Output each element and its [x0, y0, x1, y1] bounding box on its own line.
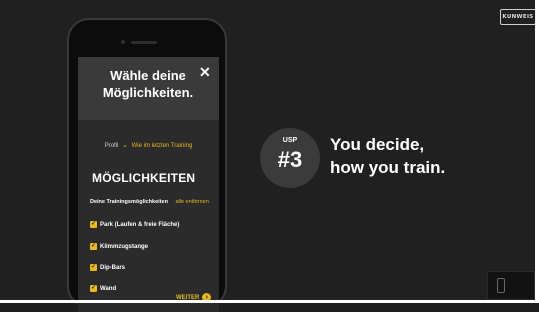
option-label: Wand	[100, 285, 117, 292]
option-checkbox-wall[interactable]: ✓ Wand	[90, 285, 116, 292]
option-label: Dip-Bars	[100, 264, 126, 271]
modal-title: Wähle deine Möglichkeiten.	[102, 68, 194, 100]
profile-label: Profil	[104, 143, 119, 149]
video-thumbnail[interactable]	[487, 271, 535, 300]
brand-logo: KUNWEIS	[500, 9, 536, 25]
edge-border-right	[535, 0, 539, 303]
usp-tagline: You decide, how you train.	[330, 135, 446, 177]
modal-header: Wähle deine Möglichkeiten. ✕	[78, 57, 219, 120]
close-icon[interactable]: ✕	[199, 64, 211, 81]
checkbox-checked-icon: ✓	[90, 285, 97, 292]
section-title: MÖGLICHKEITEN	[92, 171, 196, 185]
phone-screen: Wähle deine Möglichkeiten. ✕ Profil ⌄ Wi…	[78, 57, 219, 312]
usp-number: #3	[277, 147, 303, 172]
usp-label: USP	[282, 137, 298, 144]
phone-icon	[497, 278, 505, 293]
options-header: Deine Trainingsmöglichkeiten alle entfer…	[90, 199, 209, 205]
remove-all-link[interactable]: alle entfernen	[175, 199, 208, 205]
checkbox-checked-icon: ✓	[90, 221, 97, 228]
camera-icon	[121, 40, 125, 44]
chevron-down-icon: ⌄	[122, 142, 128, 149]
option-checkbox-dip-bars[interactable]: ✓ Dip-Bars	[90, 264, 125, 271]
slide-background: KUNWEIS Wähle deine Möglichkeiten. ✕ Pro…	[0, 0, 539, 312]
checkbox-checked-icon: ✓	[90, 243, 97, 250]
option-label: Klimmzugstange	[100, 243, 149, 250]
profile-selector[interactable]: Profil ⌄ Wie im letzten Training	[78, 141, 219, 149]
option-checkbox-pullup-bar[interactable]: ✓ Klimmzugstange	[90, 243, 148, 250]
options-label: Deine Trainingsmöglichkeiten	[90, 199, 168, 205]
phone-mockup: Wähle deine Möglichkeiten. ✕ Profil ⌄ Wi…	[67, 18, 227, 312]
option-label: Park (Laufen & freie Fläche)	[100, 221, 180, 228]
speaker-grille	[131, 41, 157, 44]
usp-badge: USP #3	[260, 128, 320, 188]
checkbox-checked-icon: ✓	[90, 264, 97, 271]
profile-value: Wie im letzten Training	[131, 143, 193, 149]
option-checkbox-park[interactable]: ✓ Park (Laufen & freie Fläche)	[90, 221, 179, 228]
